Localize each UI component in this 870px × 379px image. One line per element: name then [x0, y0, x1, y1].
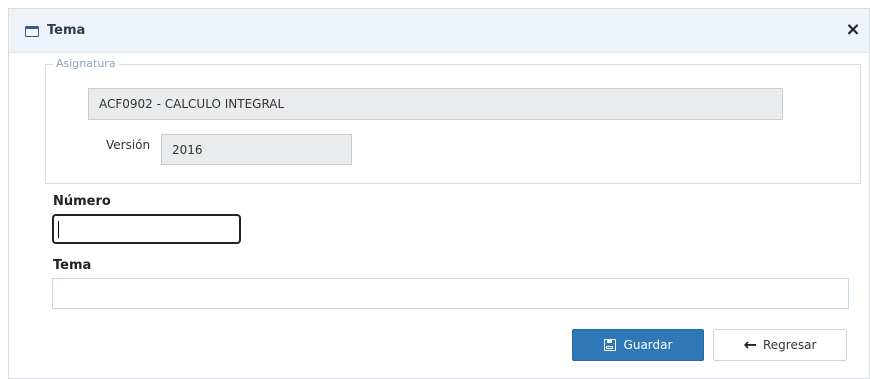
- version-label: Versión: [106, 138, 151, 152]
- save-button[interactable]: Guardar: [572, 329, 704, 361]
- numero-label: Número: [53, 194, 111, 209]
- tema-dialog: Tema × Asignatura ACF0902 - CALCULO INTE…: [8, 8, 870, 379]
- back-button[interactable]: ← Regresar: [713, 329, 847, 361]
- dialog-title: Tema: [47, 23, 86, 38]
- tema-label: Tema: [53, 258, 92, 273]
- close-icon[interactable]: ×: [843, 19, 863, 41]
- tema-input[interactable]: [52, 278, 849, 309]
- floppy-disk-icon: [603, 339, 616, 351]
- arrow-left-icon: ←: [743, 335, 757, 354]
- numero-input[interactable]: [52, 214, 241, 244]
- back-button-label: Regresar: [763, 338, 817, 352]
- version-field: 2016: [161, 134, 352, 165]
- dialog-titlebar: Tema ×: [9, 9, 869, 53]
- asignatura-fieldset: Asignatura ACF0902 - CALCULO INTEGRAL Ve…: [45, 57, 861, 184]
- asignatura-legend: Asignatura: [53, 57, 119, 70]
- subject-field: ACF0902 - CALCULO INTEGRAL: [88, 88, 783, 120]
- save-button-label: Guardar: [623, 338, 673, 352]
- text-caret: [58, 221, 59, 238]
- window-icon: [25, 26, 39, 37]
